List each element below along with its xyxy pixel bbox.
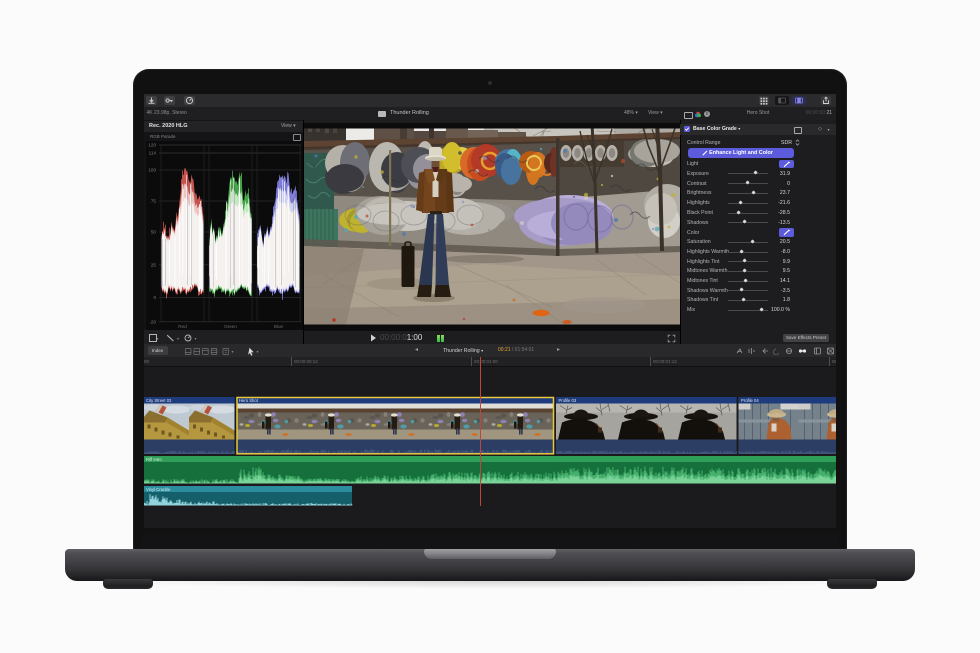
svg-text:25: 25 <box>151 262 157 267</box>
svg-text:-20: -20 <box>149 319 156 324</box>
svg-text:Profile 04: Profile 04 <box>741 398 759 403</box>
svg-text:114: 114 <box>149 151 157 156</box>
svg-text:Vinyl Crackle: Vinyl Crackle <box>146 487 171 492</box>
svg-text:0: 0 <box>153 295 156 300</box>
svg-text:75: 75 <box>151 199 157 204</box>
svg-text:Blue: Blue <box>274 324 284 329</box>
svg-text:100: 100 <box>148 168 156 173</box>
svg-text:Hero Shot: Hero Shot <box>239 398 259 403</box>
svg-text:50: 50 <box>151 230 157 235</box>
svg-text:Riff Intro: Riff Intro <box>146 457 162 462</box>
svg-text:City Street 03: City Street 03 <box>146 398 172 403</box>
svg-text:Red: Red <box>178 324 187 329</box>
svg-text:120: 120 <box>148 143 156 148</box>
svg-text:Green: Green <box>224 324 237 329</box>
svg-text:Profile 03: Profile 03 <box>559 398 577 403</box>
